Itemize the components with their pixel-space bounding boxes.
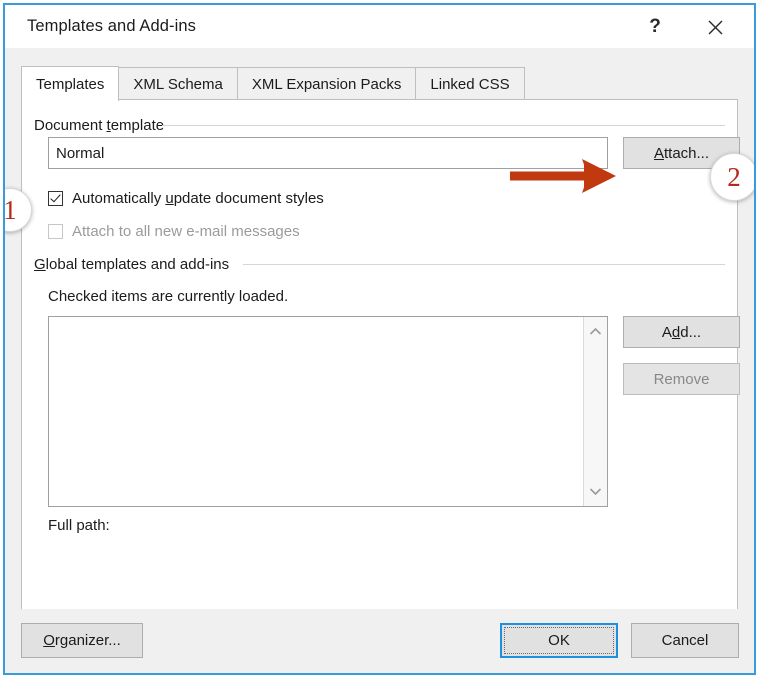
window-title: Templates and Add-ins: [27, 17, 196, 36]
ok-button[interactable]: OK: [500, 623, 618, 658]
tab-content-panel: Document template Normal Attach... Autom…: [21, 99, 738, 610]
global-templates-group-divider: [243, 264, 725, 265]
tab-strip: Templates XML Schema XML Expansion Packs…: [5, 48, 754, 100]
ok-button-label: OK: [548, 632, 570, 649]
tab-xml-expansion-packs[interactable]: XML Expansion Packs: [237, 67, 417, 101]
document-template-group-divider: [162, 125, 725, 126]
checkbox-label: Attach to all new e-mail messages: [72, 223, 300, 240]
checkbox-box: [48, 224, 63, 239]
global-templates-group-label: Global templates and add-ins: [34, 256, 239, 273]
remove-button: Remove: [623, 363, 740, 395]
organizer-button[interactable]: Organizer...: [21, 623, 143, 658]
attach-to-email-checkbox: Attach to all new e-mail messages: [48, 223, 300, 240]
dialog-footer: Organizer... OK Cancel: [5, 609, 754, 673]
add-button[interactable]: Add...: [623, 316, 740, 348]
checkbox-label: Automatically update document styles: [72, 190, 324, 207]
auto-update-styles-checkbox[interactable]: Automatically update document styles: [48, 190, 324, 207]
templates-and-addins-dialog: Templates and Add-ins ? Templates XML Sc…: [3, 3, 756, 675]
help-icon[interactable]: ?: [638, 13, 672, 41]
cancel-button[interactable]: Cancel: [631, 623, 739, 658]
annotation-badge-2: 2: [710, 153, 756, 201]
tab-linked-css[interactable]: Linked CSS: [415, 67, 524, 101]
checkbox-box: [48, 191, 63, 206]
title-bar: Templates and Add-ins ?: [5, 5, 754, 48]
chevron-down-icon[interactable]: [584, 480, 607, 503]
annotation-arrow-icon: [510, 157, 620, 195]
full-path-label: Full path:: [48, 517, 110, 534]
document-template-group-label: Document template: [34, 117, 174, 134]
tab-templates[interactable]: Templates: [21, 66, 119, 101]
close-icon[interactable]: [698, 13, 732, 41]
loaded-items-hint: Checked items are currently loaded.: [48, 288, 288, 305]
chevron-up-icon[interactable]: [584, 320, 607, 343]
global-templates-listbox[interactable]: [48, 316, 608, 507]
tab-xml-schema[interactable]: XML Schema: [118, 67, 237, 101]
listbox-scrollbar[interactable]: [583, 317, 607, 506]
